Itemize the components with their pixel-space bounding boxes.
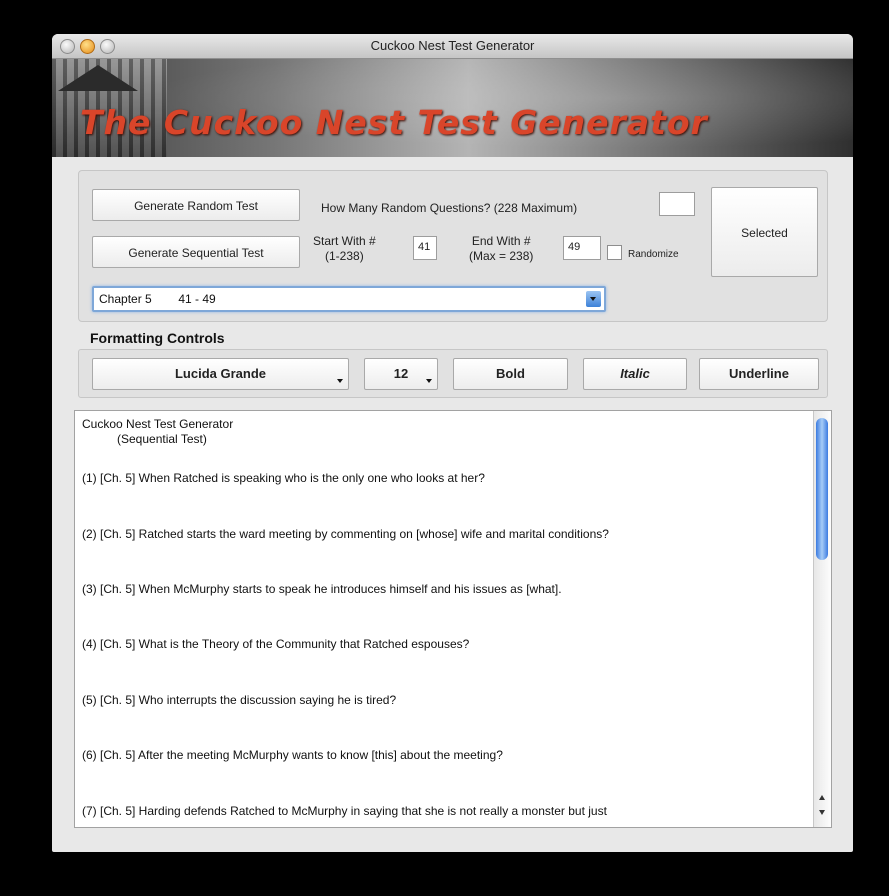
building-roof-shape <box>58 65 138 91</box>
question-line: (2) [Ch. 5] Ratched starts the ward meet… <box>82 527 609 541</box>
header-banner: The Cuckoo Nest Test Generator <box>52 59 853 157</box>
formatting-controls-title: Formatting Controls <box>90 330 225 346</box>
zoom-window-button[interactable] <box>100 39 115 54</box>
scroll-down-arrow-icon[interactable] <box>819 810 825 815</box>
bold-button[interactable]: Bold <box>453 358 568 390</box>
chevron-down-icon <box>337 379 343 383</box>
selected-button[interactable]: Selected <box>711 187 818 277</box>
document-title: Cuckoo Nest Test Generator <box>82 417 234 431</box>
font-family-value: Lucida Grande <box>174 366 267 381</box>
vertical-scrollbar[interactable] <box>813 411 831 827</box>
generate-sequential-test-button[interactable]: Generate Sequential Test <box>92 236 300 268</box>
scroll-thumb[interactable] <box>816 418 828 560</box>
chapter-select-value: Chapter 5 41 - 49 <box>99 292 216 306</box>
app-window: Cuckoo Nest Test Generator The Cuckoo Ne… <box>52 34 853 852</box>
question-line: (3) [Ch. 5] When McMurphy starts to spea… <box>82 582 562 596</box>
question-line: (1) [Ch. 5] When Ratched is speaking who… <box>82 471 485 485</box>
generate-random-test-button[interactable]: Generate Random Test <box>92 189 300 221</box>
chevron-down-icon <box>426 379 432 383</box>
minimize-window-button[interactable] <box>80 39 95 54</box>
scroll-up-arrow-icon[interactable] <box>819 795 825 800</box>
underline-button[interactable]: Underline <box>699 358 819 390</box>
question-line: (6) [Ch. 5] After the meeting McMurphy w… <box>82 748 503 762</box>
start-number-label: Start With # (1-238) <box>313 234 376 263</box>
randomize-label: Randomize <box>628 249 679 260</box>
start-number-field[interactable]: 41 <box>413 236 437 260</box>
end-number-field[interactable]: 49 <box>563 236 601 260</box>
test-generation-panel: Generate Random Test Generate Sequential… <box>78 170 828 322</box>
banner-title: The Cuckoo Nest Test Generator <box>80 103 708 142</box>
end-number-label: End With # (Max = 238) <box>469 234 534 263</box>
font-family-popup[interactable]: Lucida Grande <box>92 358 349 390</box>
randomize-checkbox[interactable] <box>607 245 622 260</box>
chapter-select[interactable]: Chapter 5 41 - 49 <box>92 286 606 312</box>
formatting-toolbar: Lucida Grande 12 Bold Italic Underline <box>78 349 828 398</box>
title-bar[interactable]: Cuckoo Nest Test Generator <box>52 34 853 59</box>
random-count-label: How Many Random Questions? (228 Maximum) <box>321 201 578 215</box>
question-line: (4) [Ch. 5] What is the Theory of the Co… <box>82 637 470 651</box>
italic-button[interactable]: Italic <box>583 358 687 390</box>
window-title: Cuckoo Nest Test Generator <box>370 38 535 53</box>
question-line: (5) [Ch. 5] Who interrupts the discussio… <box>82 693 397 707</box>
font-size-value: 12 <box>393 366 409 381</box>
font-size-popup[interactable]: 12 <box>364 358 438 390</box>
question-line: (7) [Ch. 5] Harding defends Ratched to M… <box>82 804 607 818</box>
chevron-down-icon[interactable] <box>586 291 601 307</box>
test-output-textarea[interactable]: Cuckoo Nest Test Generator (Sequential T… <box>74 410 832 828</box>
random-count-field[interactable] <box>659 192 695 216</box>
document-subtitle: (Sequential Test) <box>117 432 207 446</box>
close-window-button[interactable] <box>60 39 75 54</box>
